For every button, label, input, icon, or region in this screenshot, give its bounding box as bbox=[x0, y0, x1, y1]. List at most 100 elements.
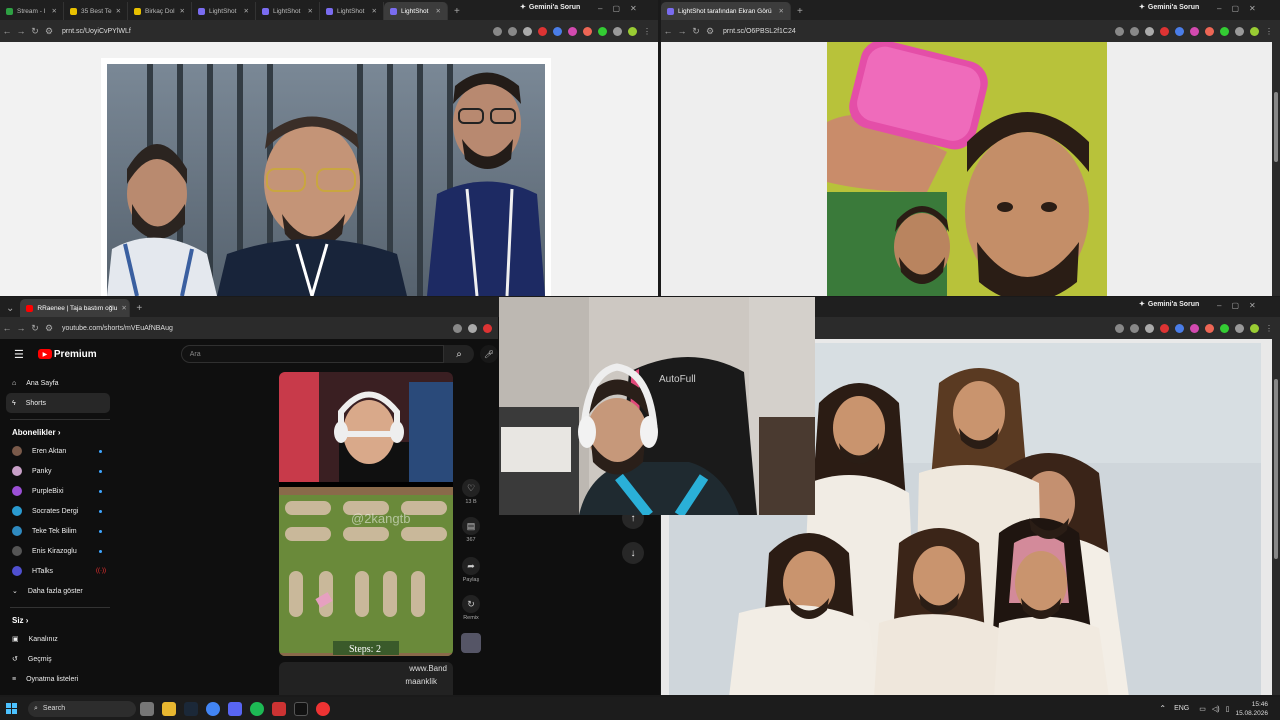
channel-item[interactable]: Teke Tek Bilim bbox=[0, 521, 120, 541]
extension-icon[interactable] bbox=[1220, 26, 1229, 36]
reload-icon[interactable]: ↻ bbox=[28, 26, 42, 37]
puzzle-icon[interactable] bbox=[1235, 26, 1244, 36]
back-icon[interactable]: ← bbox=[0, 323, 14, 333]
close-icon[interactable]: ✕ bbox=[779, 7, 784, 15]
site-info-icon[interactable]: ⚙ bbox=[703, 26, 717, 37]
extension-icon[interactable] bbox=[553, 26, 562, 36]
reload-icon[interactable]: ↻ bbox=[28, 323, 42, 334]
close-icon[interactable]: ✕ bbox=[52, 7, 57, 15]
site-info-icon[interactable]: ⚙ bbox=[42, 323, 56, 334]
youtube-logo-text[interactable]: Premium bbox=[54, 349, 97, 360]
share-button[interactable]: ➦ Paylaş bbox=[460, 557, 482, 583]
star-icon[interactable] bbox=[523, 26, 532, 36]
network-icon[interactable]: ▭ bbox=[1199, 705, 1206, 713]
install-icon[interactable] bbox=[1130, 323, 1139, 333]
tab-birkac[interactable]: Birkaç Dol ✕ bbox=[128, 2, 192, 20]
extension-icon[interactable] bbox=[1160, 26, 1169, 36]
channel-item[interactable]: Eren Aktan bbox=[0, 441, 120, 461]
gemini-button[interactable]: ✦ Gemini'a Sorun bbox=[1139, 3, 1199, 12]
subscriptions-heading[interactable]: Abonelikler › bbox=[0, 420, 120, 441]
gemini-button[interactable]: ✦ Gemini'a Sorun bbox=[520, 3, 580, 12]
spotify-icon[interactable] bbox=[250, 701, 264, 716]
close-icon[interactable]: ✕ bbox=[180, 7, 185, 15]
extension-icon[interactable] bbox=[1175, 26, 1184, 36]
channel-item[interactable]: PurpleBixi bbox=[0, 481, 120, 501]
new-tab-button[interactable]: + bbox=[130, 299, 148, 317]
like-button[interactable]: ♡ 13 B bbox=[460, 479, 482, 505]
task-view-icon[interactable] bbox=[140, 701, 154, 716]
puzzle-icon[interactable] bbox=[613, 26, 622, 36]
tab-stream[interactable]: Stream - I ✕ bbox=[0, 2, 64, 20]
search-icon[interactable]: ⌕ bbox=[444, 345, 475, 363]
menu-icon[interactable]: ⋮ bbox=[643, 27, 652, 36]
next-short-button[interactable]: ↓ bbox=[622, 542, 644, 564]
extension-icon[interactable] bbox=[583, 26, 592, 36]
star-icon[interactable] bbox=[468, 323, 477, 333]
puzzle-icon[interactable] bbox=[1235, 323, 1244, 333]
tab-lightshot[interactable]: LightShot tarafından Ekran Görü ✕ bbox=[661, 2, 791, 20]
sidebar-item-shorts[interactable]: ϟ Shorts bbox=[6, 393, 110, 413]
sidebar-item-history[interactable]: ↺ Geçmiş bbox=[0, 649, 120, 669]
close-icon[interactable]: ✕ bbox=[116, 7, 121, 15]
extension-icon[interactable] bbox=[1190, 26, 1199, 36]
taskbar-search[interactable]: ⌕ Search bbox=[28, 700, 136, 717]
install-icon[interactable] bbox=[508, 26, 517, 36]
install-icon[interactable] bbox=[1130, 26, 1139, 36]
file-explorer-icon[interactable] bbox=[162, 701, 176, 716]
extension-icon[interactable] bbox=[1205, 26, 1214, 36]
back-icon[interactable]: ← bbox=[0, 26, 14, 36]
sidebar-item-home[interactable]: ⌂ Ana Sayfa bbox=[0, 373, 120, 393]
microphone-icon[interactable]: 🎤︎ bbox=[480, 345, 498, 363]
url-field[interactable]: prnt.sc/UoyiCvPYlWLf bbox=[62, 28, 493, 35]
star-icon[interactable] bbox=[1145, 26, 1154, 36]
menu-icon[interactable]: ⋮ bbox=[1265, 324, 1274, 333]
sidebar-item-playlists[interactable]: ≡ Oynatma listeleri bbox=[0, 669, 120, 689]
extension-icon[interactable] bbox=[1190, 323, 1199, 333]
app-icon[interactable] bbox=[272, 701, 286, 716]
close-icon[interactable]: ✕ bbox=[121, 304, 126, 312]
close-icon[interactable]: ✕ bbox=[244, 7, 249, 15]
tab-lightshot-active[interactable]: LightShot ✕ bbox=[384, 2, 448, 20]
forward-icon[interactable]: → bbox=[675, 26, 689, 36]
tab-lightshot-2[interactable]: LightShot ✕ bbox=[256, 2, 320, 20]
reload-icon[interactable]: ↻ bbox=[689, 26, 703, 37]
tab-best[interactable]: 35 Best Te ✕ bbox=[64, 2, 128, 20]
channel-item[interactable]: Panky bbox=[0, 461, 120, 481]
tab-lightshot-1[interactable]: LightShot ✕ bbox=[192, 2, 256, 20]
tab-search-icon[interactable]: ⌄ bbox=[0, 299, 20, 317]
channel-item[interactable]: HTalks ((·)) bbox=[0, 561, 120, 581]
battery-icon[interactable]: ▯ bbox=[1226, 705, 1230, 713]
speaker-icon[interactable]: ◁) bbox=[1212, 705, 1220, 713]
extension-icon[interactable] bbox=[1175, 323, 1184, 333]
discord-icon[interactable] bbox=[228, 701, 242, 716]
gemini-button[interactable]: ✦ Gemini'a Sorun bbox=[1139, 300, 1199, 309]
close-icon[interactable]: ✕ bbox=[436, 7, 441, 15]
youtube-logo-icon[interactable]: ▶ bbox=[37, 349, 52, 359]
short-video-player[interactable]: @2kangtb Steps: 2 bbox=[279, 372, 453, 656]
menu-icon[interactable]: ⋮ bbox=[1265, 27, 1274, 36]
forward-icon[interactable]: → bbox=[14, 323, 28, 333]
window-controls[interactable]: –▢✕ bbox=[1217, 301, 1266, 310]
zoom-icon[interactable] bbox=[493, 26, 502, 36]
close-icon[interactable]: ✕ bbox=[308, 7, 313, 15]
star-icon[interactable] bbox=[1145, 323, 1154, 333]
steam-icon[interactable] bbox=[184, 701, 198, 716]
search-input[interactable]: Ara bbox=[180, 345, 445, 363]
close-icon[interactable]: ✕ bbox=[372, 7, 377, 15]
scrollbar[interactable] bbox=[1272, 42, 1280, 296]
extension-icon[interactable] bbox=[1205, 323, 1214, 333]
sidebar-item-channel[interactable]: ▣ Kanalınız bbox=[0, 629, 120, 649]
zoom-icon[interactable] bbox=[1115, 26, 1124, 36]
hamburger-menu-icon[interactable]: ☰ bbox=[0, 348, 38, 361]
scrollbar[interactable] bbox=[1272, 339, 1280, 695]
zoom-icon[interactable] bbox=[1115, 323, 1124, 333]
tray-chevron-icon[interactable]: ⌃ bbox=[1159, 704, 1166, 713]
window-controls[interactable]: –▢✕ bbox=[598, 4, 647, 13]
forward-icon[interactable]: → bbox=[14, 26, 28, 36]
url-field[interactable]: prnt.sc/O6PBSL2f1C24 bbox=[723, 28, 1115, 35]
extension-icon[interactable] bbox=[568, 26, 577, 36]
extension-icon[interactable] bbox=[538, 26, 547, 36]
clock[interactable]: 15:46 15.08.2026 bbox=[1235, 700, 1268, 718]
extension-icon[interactable] bbox=[1160, 323, 1169, 333]
new-tab-button[interactable]: + bbox=[448, 2, 466, 20]
